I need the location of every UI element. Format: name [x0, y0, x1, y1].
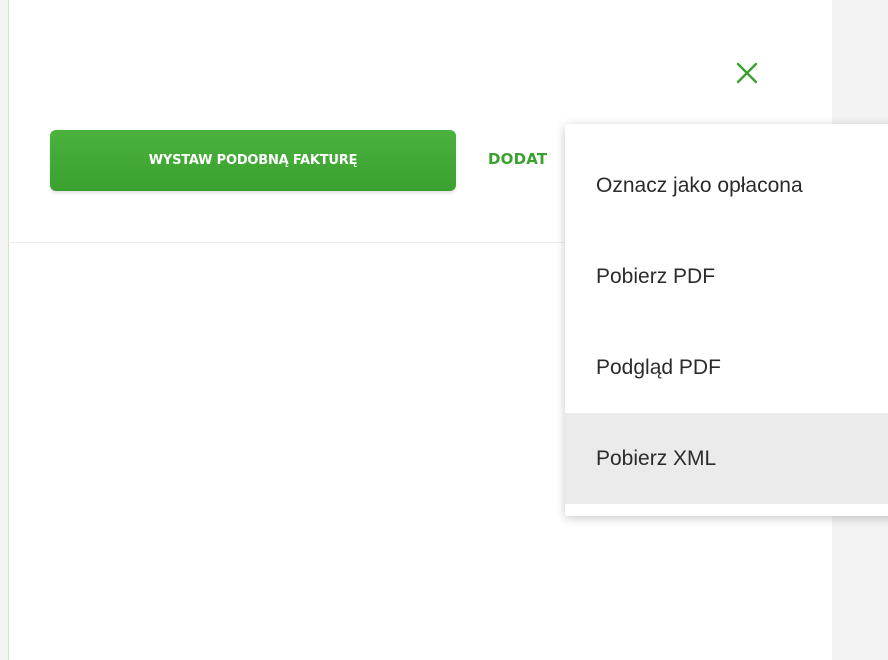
- menu-item-download-pdf[interactable]: Pobierz PDF: [565, 231, 888, 322]
- menu-item-preview-pdf[interactable]: Podgląd PDF: [565, 322, 888, 413]
- issue-similar-invoice-button[interactable]: WYSTAW PODOBNĄ FAKTURĘ: [50, 130, 456, 191]
- menu-item-download-xml[interactable]: Pobierz XML: [565, 413, 888, 504]
- close-button[interactable]: [732, 58, 762, 88]
- close-icon: [736, 62, 758, 84]
- actions-dropdown-menu: Oznacz jako opłacona Pobierz PDF Podgląd…: [565, 124, 888, 516]
- menu-item-mark-as-paid[interactable]: Oznacz jako opłacona: [565, 140, 888, 231]
- more-actions-link[interactable]: DODAT: [488, 150, 566, 172]
